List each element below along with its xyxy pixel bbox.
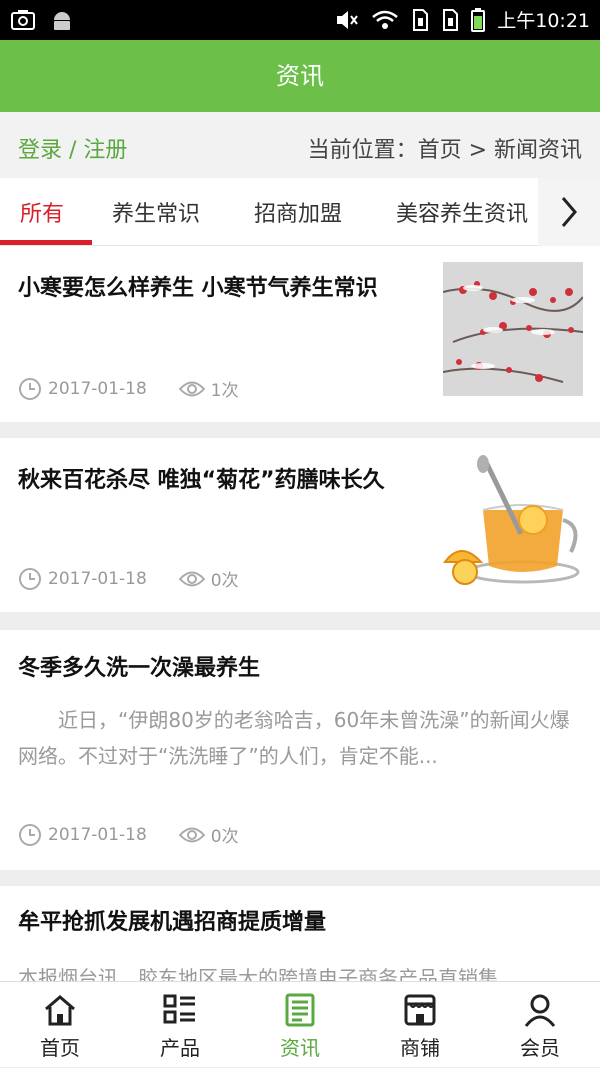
- mute-icon: [337, 10, 359, 29]
- article-excerpt: 近日，“伊朗80岁的老翁哈吉，60年未曾洗澡”的新闻火爆网络。不过对于“洗洗睡了…: [18, 708, 570, 768]
- article-views: 0次: [210, 827, 239, 847]
- nav-store-label: 商铺: [400, 1036, 440, 1060]
- article-card[interactable]: 牟平抢抓发展机遇招商提质增量 本报烟台讯 胶东地区最大的跨境电子商务产品直销集: [0, 886, 600, 986]
- eye-icon: [178, 827, 205, 842]
- article-date: 2017-01-18: [48, 568, 147, 589]
- tab-all[interactable]: 所有: [20, 196, 64, 228]
- article-date: 2017-01-18: [48, 378, 147, 399]
- user-icon: [524, 994, 556, 1027]
- sim-icon-2: [443, 8, 459, 31]
- android-icon: [54, 12, 70, 30]
- status-time: 上午10:21: [497, 10, 590, 32]
- article-title[interactable]: 小寒要怎么样养生 小寒节气养生常识: [18, 274, 408, 304]
- article-thumbnail[interactable]: [443, 454, 583, 588]
- nav-products[interactable]: 产品: [120, 982, 240, 1068]
- clock-icon: [19, 823, 41, 846]
- wifi-icon: [372, 10, 399, 29]
- article-card[interactable]: 小寒要怎么样养生 小寒节气养生常识 2017-01-18 1次: [0, 246, 600, 422]
- nav-member-label: 会员: [520, 1036, 560, 1060]
- nav-products-label: 产品: [160, 1036, 200, 1060]
- article-card[interactable]: 冬季多久洗一次澡最养生 近日，“伊朗80岁的老翁哈吉，60年未曾洗澡”的新闻火爆…: [0, 630, 600, 870]
- article-title[interactable]: 冬季多久洗一次澡最养生: [18, 654, 578, 684]
- eye-icon: [178, 571, 205, 586]
- breadcrumb: 当前位置：首页 > 新闻资讯: [307, 138, 582, 163]
- location-bar: 登录 / 注册 当前位置：首页 > 新闻资讯: [0, 112, 600, 178]
- store-icon: [404, 994, 436, 1026]
- article-card[interactable]: 秋来百花杀尽 唯独“菊花”药膳味长久 2017-01-18 0次: [0, 438, 600, 612]
- article-title[interactable]: 秋来百花杀尽 唯独“菊花”药膳味长久: [18, 466, 408, 496]
- clock-icon: [19, 377, 41, 400]
- tabs-scroll-right-button[interactable]: [538, 178, 600, 246]
- news-icon: [285, 993, 315, 1027]
- article-date: 2017-01-18: [48, 824, 147, 845]
- page-title: 资讯: [276, 62, 324, 90]
- article-views: 0次: [210, 571, 239, 591]
- nav-news-label: 资讯: [280, 1036, 320, 1060]
- battery-icon: [471, 7, 486, 32]
- article-meta: 2017-01-18 0次: [18, 566, 239, 591]
- article-thumbnail[interactable]: [443, 262, 583, 396]
- list-icon: [163, 994, 195, 1024]
- nav-member[interactable]: 会员: [480, 982, 600, 1068]
- article-title[interactable]: 牟平抢抓发展机遇招商提质增量: [18, 908, 578, 938]
- active-tab-indicator: [0, 240, 92, 245]
- chevron-right-icon: [561, 197, 577, 227]
- nav-store[interactable]: 商铺: [360, 982, 480, 1068]
- tea-glass-image: [443, 454, 583, 588]
- snow-berries-image: [443, 262, 583, 396]
- article-meta: 2017-01-18 1次: [18, 376, 239, 401]
- sim-icon: [413, 8, 429, 31]
- nav-news[interactable]: 资讯: [240, 982, 360, 1068]
- status-bar: 上午10:21: [0, 0, 600, 40]
- login-register-link[interactable]: 登录 / 注册: [18, 132, 127, 164]
- nav-home-label: 首页: [40, 1036, 80, 1060]
- article-meta: 2017-01-18 0次: [18, 822, 239, 847]
- bottom-nav: 首页 产品 资讯 商铺 会员: [0, 981, 600, 1067]
- screenshot-icon: [11, 10, 35, 30]
- tab-beauty-news[interactable]: 美容养生资讯: [396, 196, 528, 228]
- clock-icon: [19, 567, 41, 590]
- home-icon: [45, 995, 75, 1026]
- app-bar: 资讯: [0, 40, 600, 112]
- category-tabs: 所有 养生常识 招商加盟 美容养生资讯: [0, 178, 600, 246]
- tab-franchise[interactable]: 招商加盟: [254, 196, 342, 228]
- tab-health-tips[interactable]: 养生常识: [112, 196, 200, 228]
- eye-icon: [178, 381, 205, 396]
- article-views: 1次: [210, 381, 239, 401]
- nav-home[interactable]: 首页: [0, 982, 120, 1068]
